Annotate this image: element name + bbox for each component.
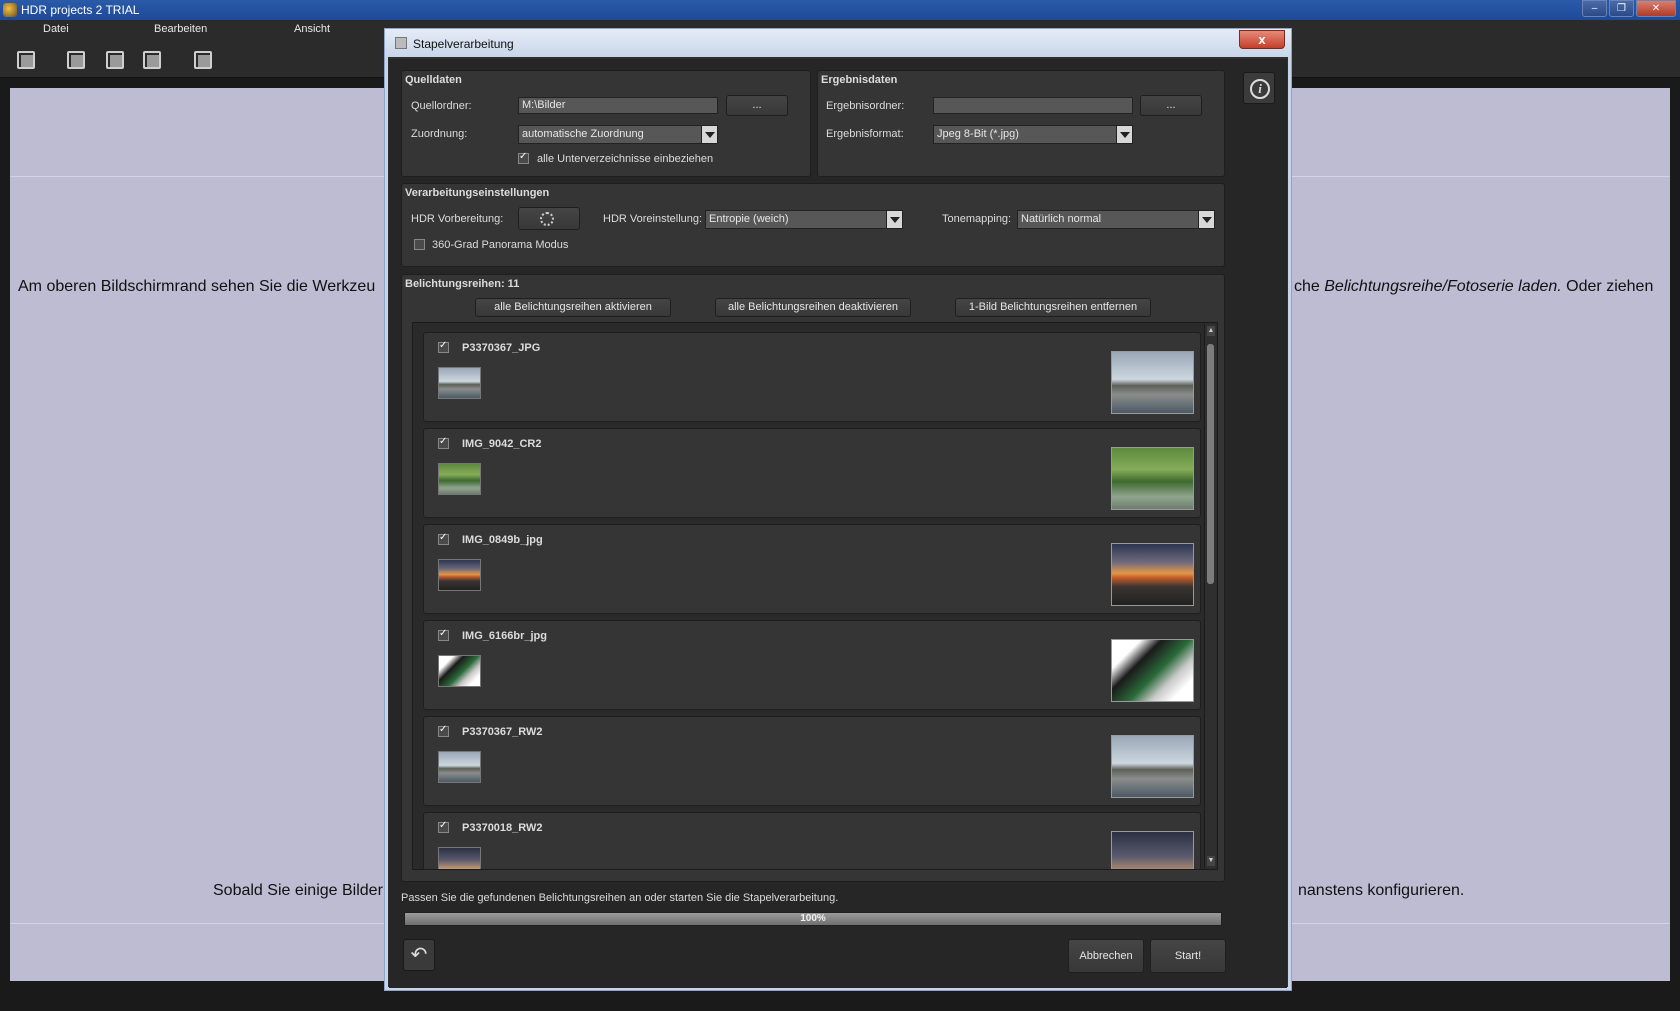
list-item[interactable]: P3370367_JPG	[423, 332, 1201, 422]
assign-label: Zuordnung:	[411, 128, 468, 140]
hdr-preset-label: HDR Voreinstellung:	[603, 213, 703, 225]
series-list[interactable]: P3370367_JPG IMG_9042_CR2 IMG_0849b_jpg …	[412, 322, 1218, 870]
dialog-close-button[interactable]: x	[1239, 30, 1285, 49]
source-folder-label: Quellordner:	[411, 100, 472, 112]
assign-select[interactable]: automatische Zuordnung	[518, 125, 718, 144]
list-item[interactable]: IMG_9042_CR2	[423, 428, 1201, 518]
chevron-down-icon[interactable]	[1198, 211, 1214, 228]
intro-text-right: che Belichtungsreihe/Fotoserie laden. Od…	[1294, 278, 1654, 295]
batch-icon[interactable]	[191, 48, 213, 70]
source-title: Quelldaten	[405, 74, 462, 86]
menu-bearbeiten[interactable]: Bearbeiten	[154, 23, 207, 35]
menu-ansicht[interactable]: Ansicht	[294, 23, 330, 35]
chevron-down-icon[interactable]	[886, 211, 902, 228]
preview-image	[1111, 447, 1194, 510]
intro-text-left: Am oberen Bildschirmrand sehen Sie die W…	[18, 278, 376, 295]
menu-datei[interactable]: Datei	[43, 23, 69, 35]
format-select[interactable]: Jpeg 8-Bit (*.jpg)	[933, 125, 1133, 144]
window-controls: – ❐ ✕	[1582, 0, 1676, 17]
list-item[interactable]: IMG_0849b_jpg	[423, 524, 1201, 614]
progress-label: 100%	[800, 913, 826, 924]
undo-button[interactable]: ↶	[403, 939, 435, 971]
series-checkbox[interactable]	[438, 724, 449, 737]
compare-icon[interactable]	[103, 48, 125, 70]
maximize-button[interactable]: ❐	[1609, 0, 1634, 17]
panorama-checkbox[interactable]	[414, 239, 425, 250]
film-icon[interactable]	[140, 48, 162, 70]
subdirs-label: alle Unterverzeichnisse einbeziehen	[537, 153, 714, 165]
cancel-button[interactable]: Abbrechen	[1068, 939, 1144, 973]
series-name: P3370018_RW2	[462, 822, 543, 834]
close-window-button[interactable]: ✕	[1636, 0, 1676, 17]
subdirs-checkbox[interactable]	[518, 151, 529, 164]
gear-icon	[540, 212, 554, 226]
activate-all-button[interactable]: alle Belichtungsreihen aktivieren	[475, 298, 671, 317]
start-button[interactable]: Start!	[1150, 939, 1226, 973]
series-name: IMG_6166br_jpg	[462, 630, 547, 642]
app-logo-icon	[3, 3, 17, 17]
result-folder-label: Ergebnisordner:	[826, 100, 905, 112]
hdr-prep-label: HDR Vorbereitung:	[411, 213, 504, 225]
result-panel: Ergebnisdaten	[817, 70, 1225, 177]
deactivate-all-button[interactable]: alle Belichtungsreihen deaktivieren	[715, 298, 911, 317]
series-name: P3370367_RW2	[462, 726, 543, 738]
thumbnail-small	[438, 463, 481, 495]
hdr-preset-select[interactable]: Entropie (weich)	[705, 210, 903, 229]
series-checkbox[interactable]	[438, 340, 449, 353]
progress-bar: 100%	[404, 912, 1222, 926]
scroll-down-icon[interactable]: ▼	[1207, 856, 1215, 866]
series-checkbox[interactable]	[438, 820, 449, 833]
tonemapping-select[interactable]: Natürlich normal	[1017, 210, 1215, 229]
info-button[interactable]: i	[1243, 72, 1275, 104]
format-label: Ergebnisformat:	[826, 128, 904, 140]
tonemapping-label: Tonemapping:	[942, 213, 1012, 225]
preview-image	[1111, 543, 1194, 606]
list-scrollbar[interactable]: ▲ ▼	[1204, 324, 1216, 868]
status-text: Passen Sie die gefundenen Belichtungsrei…	[401, 892, 839, 904]
series-title: Belichtungsreihen: 11	[405, 278, 520, 290]
dialog-icon	[395, 37, 407, 49]
minimize-button[interactable]: –	[1582, 0, 1607, 17]
preview-image	[1111, 351, 1194, 414]
source-folder-field[interactable]: M:\Bilder	[518, 97, 718, 114]
thumbnail-small	[438, 751, 481, 783]
preview-image	[1111, 831, 1194, 869]
result-title: Ergebnisdaten	[821, 74, 898, 86]
thumbnail-small	[438, 367, 481, 399]
thumbnail-small	[438, 559, 481, 591]
series-name: P3370367_JPG	[462, 342, 541, 354]
result-browse-button[interactable]: ...	[1140, 95, 1202, 116]
dialog-titlebar: Stapelverarbeitung x	[385, 29, 1291, 57]
series-checkbox[interactable]	[438, 628, 449, 641]
hint-text-right: nanstens konfigurieren.	[1298, 882, 1465, 899]
series-name: IMG_0849b_jpg	[462, 534, 543, 546]
list-item[interactable]: IMG_6166br_jpg	[423, 620, 1201, 710]
undo-icon: ↶	[410, 944, 428, 966]
info-icon: i	[1250, 79, 1270, 99]
series-checkbox[interactable]	[438, 532, 449, 545]
export-icon[interactable]	[64, 48, 86, 70]
remove-single-button[interactable]: 1-Bild Belichtungsreihen entfernen	[955, 298, 1151, 317]
preview-image	[1111, 639, 1194, 702]
preview-image	[1111, 735, 1194, 798]
chevron-down-icon[interactable]	[701, 126, 717, 143]
result-folder-field[interactable]	[933, 97, 1133, 114]
series-name: IMG_9042_CR2	[462, 438, 542, 450]
list-item[interactable]: P3370018_RW2	[423, 812, 1201, 869]
list-item[interactable]: P3370367_RW2	[423, 716, 1201, 806]
scrollbar-thumb[interactable]	[1207, 344, 1214, 584]
open-icon[interactable]	[14, 48, 36, 70]
scroll-up-icon[interactable]: ▲	[1207, 326, 1215, 336]
source-browse-button[interactable]: ...	[726, 95, 788, 116]
chevron-down-icon[interactable]	[1116, 126, 1132, 143]
thumbnail-small	[438, 655, 481, 687]
series-checkbox[interactable]	[438, 436, 449, 449]
thumbnail-small	[438, 847, 481, 869]
panorama-label: 360-Grad Panorama Modus	[432, 239, 569, 251]
hint-text-left: Sobald Sie einige Bilder	[213, 882, 383, 899]
dialog-title: Stapelverarbeitung	[413, 37, 514, 51]
app-titlebar: HDR projects 2 TRIAL – ❐ ✕	[0, 0, 1680, 20]
processing-title: Verarbeitungseinstellungen	[405, 187, 550, 199]
app-title: HDR projects 2 TRIAL	[21, 3, 140, 17]
